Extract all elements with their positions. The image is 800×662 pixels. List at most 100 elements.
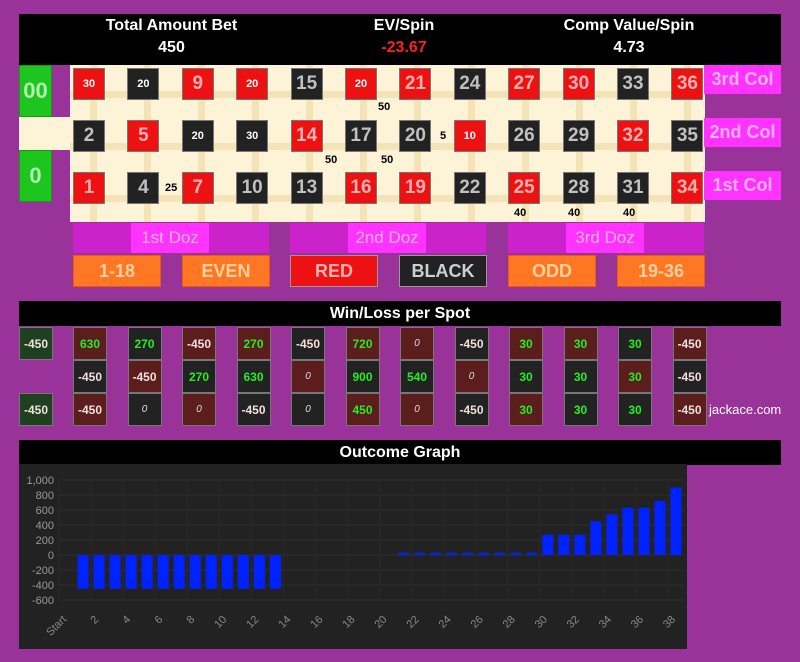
number-2[interactable]: 2	[73, 120, 105, 152]
comp-value: 4.73	[613, 39, 645, 56]
column-bet-1st[interactable]: 1st Col	[704, 171, 781, 200]
x-tick-label: Start	[44, 614, 69, 639]
number-14[interactable]: 14	[290, 120, 323, 152]
outcome-bar	[205, 555, 217, 589]
outcome-bar	[157, 555, 169, 589]
roulette-board: 30 2 1 20 5 4 9 20 7 20 30 10 15 14 13 20 17 16 21 20 19 24 10…	[70, 65, 705, 222]
number-1[interactable]: 1	[73, 172, 105, 204]
chip-street-31[interactable]: 40	[623, 207, 635, 219]
x-tick-label: 14	[276, 614, 293, 631]
winloss-cell: 30	[563, 393, 598, 426]
chip-4-7[interactable]: 25	[165, 182, 177, 194]
number-24[interactable]: 24	[453, 68, 486, 100]
number-31[interactable]: 31	[617, 172, 649, 204]
number-00[interactable]: 00	[19, 65, 52, 117]
outcome-bar	[413, 552, 426, 555]
chart-title: Outcome Graph	[19, 440, 781, 465]
winloss-title: Win/Loss per Spot	[19, 301, 781, 326]
dozen-3-label[interactable]: 3rd Doz	[566, 223, 644, 253]
x-tick-label: 8	[185, 614, 198, 627]
winloss-cell: -450	[73, 393, 107, 426]
number-0[interactable]: 0	[19, 150, 52, 202]
number-15[interactable]: 15	[290, 68, 323, 100]
chip-street-28[interactable]: 40	[568, 207, 580, 219]
y-tick-label: 0	[48, 550, 54, 562]
bet-19-36[interactable]: 19-36	[617, 255, 705, 287]
outcome-bar	[397, 552, 410, 555]
winloss-cell: 30	[509, 360, 543, 393]
winloss-cell: 270	[236, 327, 271, 360]
number-16[interactable]: 16	[345, 172, 377, 204]
number-36[interactable]: 36	[671, 68, 704, 100]
winloss-cell: 0	[291, 393, 325, 426]
number-29[interactable]: 29	[562, 120, 595, 152]
outcome-bar	[606, 514, 618, 555]
bet-black[interactable]: BLACK	[399, 255, 487, 287]
number-19[interactable]: 19	[399, 172, 432, 204]
number-12-chip[interactable]: 20	[236, 68, 269, 100]
chip-street-25[interactable]: 40	[514, 207, 526, 219]
outcome-chart: 1,000 800 600 400 200 0 -200 -400 -600 Start 2 4 6 8 1…	[19, 464, 687, 649]
column-bet-3rd[interactable]: 3rd Col	[704, 65, 781, 94]
winloss-cell: 630	[73, 327, 107, 360]
column-bet-2nd[interactable]: 2nd Col	[704, 118, 781, 147]
number-21[interactable]: 21	[399, 68, 432, 100]
number-11-chip[interactable]: 30	[236, 120, 269, 152]
dozen-2-label[interactable]: 2nd Doz	[348, 223, 426, 253]
chip-13-14-16-17[interactable]: 50	[325, 154, 337, 166]
outcome-bar	[77, 555, 89, 589]
number-22[interactable]: 22	[453, 172, 486, 204]
outcome-bar	[526, 552, 538, 555]
number-28[interactable]: 28	[562, 172, 595, 204]
number-20[interactable]: 20	[399, 120, 432, 152]
bet-red[interactable]: RED	[290, 255, 378, 287]
dozen-1-label[interactable]: 1st Doz	[131, 223, 209, 253]
x-tick-label: 32	[565, 614, 582, 631]
winloss-cell: 0	[127, 393, 162, 426]
y-tick-label: -400	[32, 580, 54, 592]
number-26[interactable]: 26	[508, 120, 541, 152]
number-32[interactable]: 32	[617, 120, 649, 152]
number-13[interactable]: 13	[290, 172, 323, 204]
number-7[interactable]: 7	[181, 172, 214, 204]
number-9[interactable]: 9	[181, 68, 214, 100]
chip-16-17-19-20[interactable]: 50	[381, 154, 393, 166]
number-23-chip[interactable]: 10	[453, 120, 486, 152]
number-4[interactable]: 4	[127, 172, 160, 204]
outcome-bar	[446, 552, 458, 555]
winloss-cell: 30	[563, 327, 598, 360]
number-35[interactable]: 35	[671, 120, 704, 152]
number-3-chip[interactable]: 30	[73, 68, 105, 100]
number-18-chip[interactable]: 20	[345, 68, 377, 100]
x-tick-label: 10	[212, 614, 229, 631]
number-33[interactable]: 33	[617, 68, 649, 100]
bet-even[interactable]: EVEN	[182, 255, 270, 287]
number-6-chip[interactable]: 20	[127, 68, 160, 100]
x-tick-label: 34	[597, 614, 614, 631]
number-8-chip[interactable]: 20	[181, 120, 214, 152]
winloss-cell: -450	[73, 360, 107, 393]
number-10[interactable]: 10	[236, 172, 269, 204]
bet-odd[interactable]: ODD	[508, 255, 596, 287]
x-tick-label: 18	[340, 614, 357, 631]
number-27[interactable]: 27	[508, 68, 541, 100]
winloss-cell: -450	[127, 360, 162, 393]
number-25[interactable]: 25	[508, 172, 541, 204]
chip-20-23[interactable]: 5	[440, 130, 446, 142]
winloss-cell: 30	[618, 327, 652, 360]
number-30[interactable]: 30	[562, 68, 595, 100]
winloss-cell: 30	[509, 327, 543, 360]
bet-1-18[interactable]: 1-18	[73, 255, 161, 287]
number-34[interactable]: 34	[671, 172, 704, 204]
total-bet-stat: Total Amount Bet 450	[69, 14, 274, 57]
number-17[interactable]: 17	[345, 120, 377, 152]
chip-18-21[interactable]: 50	[378, 101, 390, 113]
x-tick-label: 12	[244, 614, 261, 631]
winloss-cell: 0	[400, 327, 434, 360]
number-5[interactable]: 5	[127, 120, 160, 152]
winloss-cell: -450	[454, 393, 489, 426]
x-tick-label: 24	[437, 614, 454, 631]
outcome-bar	[173, 555, 185, 589]
winloss-cell: -450	[19, 327, 53, 360]
winloss-cell: 900	[345, 360, 380, 393]
